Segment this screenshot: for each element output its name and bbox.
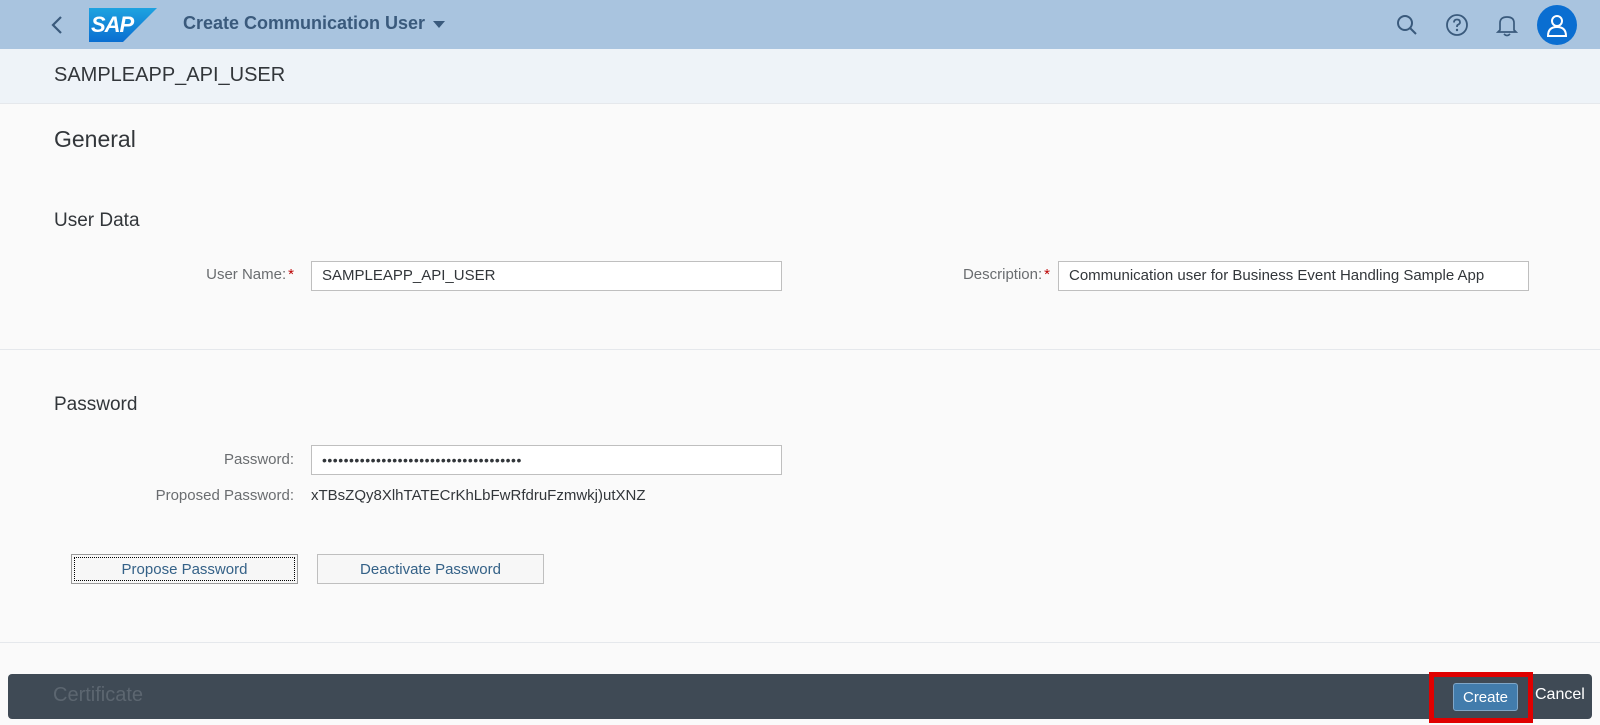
user-icon — [1546, 15, 1568, 37]
search-icon — [1397, 15, 1417, 35]
cancel-button[interactable]: Cancel — [1535, 686, 1585, 704]
caret-down-icon — [433, 21, 446, 28]
create-button[interactable]: Create — [1453, 683, 1518, 711]
description-label-text: Description: — [962, 266, 1043, 283]
proposed-password-label: Proposed Password: — [155, 487, 294, 504]
search-button[interactable] — [1392, 10, 1422, 40]
password-label: Password: — [223, 451, 294, 468]
section-title-certificate: Certificate — [53, 684, 144, 706]
required-marker: * — [288, 266, 294, 283]
required-marker: * — [1044, 266, 1050, 283]
description-input[interactable]: Communication user for Business Event Ha… — [1058, 261, 1529, 291]
object-title: SAMPLEAPP_API_USER — [54, 64, 286, 86]
user-avatar[interactable] — [1537, 5, 1577, 45]
user-name-input[interactable]: SAMPLEAPP_API_USER — [311, 261, 782, 291]
proposed-password-value: xTBsZQy8XlhTATECrKhLbFwRfdruFzmwkj)utXNZ — [311, 487, 646, 504]
subsection-title-user-data: User Data — [54, 210, 140, 231]
logo-text: SAP — [91, 12, 134, 37]
section-divider — [0, 349, 1600, 350]
section-divider — [0, 642, 1600, 643]
footer-toolbar: Certificate Create Cancel — [8, 672, 1592, 723]
shell-bar: SAP Create Communication User — [0, 0, 1600, 49]
user-name-label: User Name: * — [150, 266, 294, 283]
app-title-menu[interactable]: Create Communication User — [183, 13, 446, 34]
chevron-left-icon — [51, 16, 62, 34]
bell-icon — [1496, 16, 1518, 37]
section-title-general: General — [54, 126, 136, 152]
help-button[interactable] — [1442, 10, 1472, 40]
user-name-label-text: User Name: — [206, 266, 287, 283]
help-icon — [1446, 14, 1468, 36]
propose-password-button[interactable]: Propose Password — [71, 554, 298, 584]
back-button[interactable] — [42, 10, 72, 40]
deactivate-password-button[interactable]: Deactivate Password — [317, 554, 544, 584]
description-label: Description: * — [900, 266, 1050, 283]
password-input[interactable]: ••••••••••••••••••••••••••••••••••••• — [311, 445, 782, 475]
app-title: Create Communication User — [183, 13, 426, 33]
object-header: SAMPLEAPP_API_USER — [0, 49, 1600, 104]
subsection-title-password: Password — [54, 394, 138, 415]
notifications-button[interactable] — [1492, 10, 1522, 40]
sap-logo[interactable]: SAP — [89, 8, 157, 42]
